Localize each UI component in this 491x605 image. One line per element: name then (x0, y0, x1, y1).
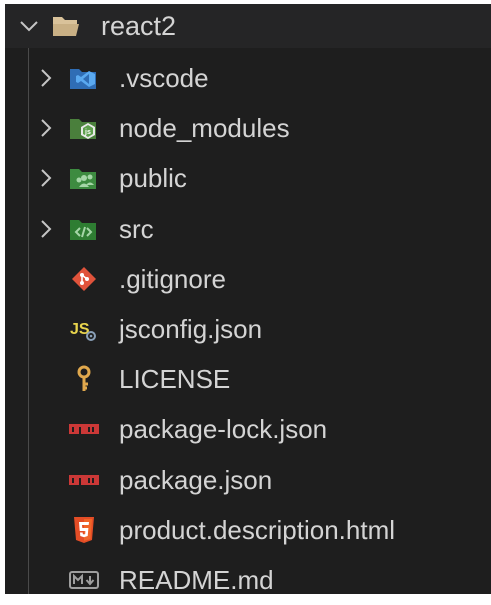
git-icon (69, 265, 99, 293)
svg-text:js: js (84, 129, 91, 136)
nodejs-folder-icon: js (69, 114, 99, 142)
tree-item-label: LICENSE (119, 364, 231, 395)
tree-item-label: product.description.html (119, 514, 396, 545)
chevron-right-icon[interactable] (34, 217, 58, 241)
markdown-icon (69, 566, 99, 594)
tree-item-label: README.md (119, 564, 274, 595)
chevron-right-icon[interactable] (34, 166, 58, 190)
public-folder-icon (69, 164, 99, 192)
chevron-right-icon[interactable] (34, 116, 58, 140)
tree-item-label: package-lock.json (119, 414, 328, 445)
tree-item-label: jsconfig.json (119, 313, 263, 344)
tree-item-public[interactable]: public (5, 153, 491, 203)
tree-item-readme[interactable]: README.md (5, 555, 491, 605)
tree-item-package[interactable]: package.json (5, 455, 491, 505)
tree-root-react2[interactable]: react2 (5, 4, 491, 48)
tree-item-license[interactable]: LICENSE (5, 354, 491, 404)
file-tree: .vscode js node_modules public src .giti… (5, 53, 491, 605)
file-explorer: react2 .vscode js node_modules public sr… (5, 4, 491, 595)
tree-item-label: package.json (119, 464, 273, 495)
tree-item-product-description[interactable]: product.description.html (5, 505, 491, 555)
tree-item-package-lock[interactable]: package-lock.json (5, 404, 491, 454)
license-key-icon (69, 365, 99, 393)
chevron-down-icon[interactable] (17, 14, 41, 38)
tree-item-label: .gitignore (119, 263, 226, 294)
javascript-config-icon: JS (69, 315, 99, 343)
vscode-folder-icon (69, 64, 99, 92)
npm-icon (69, 466, 99, 494)
tree-item-label: .vscode (119, 63, 209, 93)
npm-icon (69, 415, 99, 443)
tree-item-jsconfig[interactable]: JS jsconfig.json (5, 304, 491, 354)
src-folder-icon (69, 215, 99, 243)
tree-item-vscode[interactable]: .vscode (5, 53, 491, 103)
tree-item-label: public (119, 163, 187, 194)
tree-item-src[interactable]: src (5, 204, 491, 254)
tree-item-label: node_modules (119, 113, 290, 144)
html5-icon (69, 516, 99, 544)
folder-open-icon (51, 14, 81, 38)
root-folder-label: react2 (101, 11, 177, 41)
chevron-right-icon[interactable] (34, 66, 58, 90)
tree-item-label: src (119, 213, 154, 244)
tree-item-gitignore[interactable]: .gitignore (5, 254, 491, 304)
tree-item-node-modules[interactable]: js node_modules (5, 103, 491, 153)
